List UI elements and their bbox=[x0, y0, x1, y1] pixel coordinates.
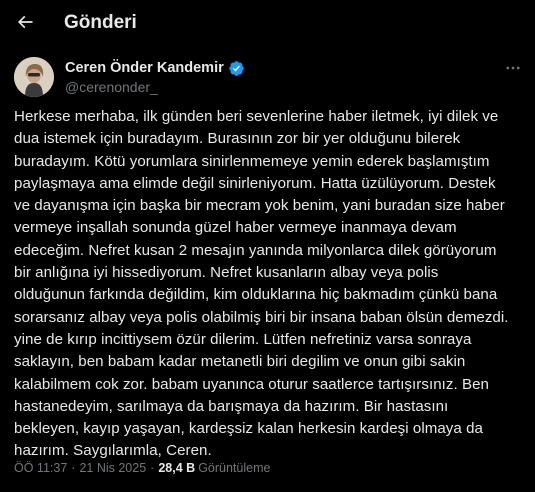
views-label: Görüntüleme bbox=[198, 461, 271, 475]
back-button[interactable] bbox=[8, 5, 42, 39]
tweet-meta: ÖÖ 11:37 · 21 Nis 2025 · 28,4 B Görüntül… bbox=[14, 461, 270, 475]
tweet-time[interactable]: ÖÖ 11:37 bbox=[14, 461, 67, 475]
arrow-left-icon bbox=[17, 15, 33, 29]
meta-separator: · bbox=[150, 461, 155, 475]
meta-separator: · bbox=[71, 461, 76, 475]
author-display-name[interactable]: Ceren Önder Kandemir bbox=[65, 60, 224, 76]
top-bar: Gönderi bbox=[0, 0, 535, 46]
more-options-button[interactable] bbox=[503, 58, 523, 78]
page-title: Gönderi bbox=[64, 12, 137, 33]
author-handle[interactable]: @cerenonder_ bbox=[65, 79, 158, 95]
views-count: 28,4 B bbox=[158, 461, 196, 475]
tweet-body-text: Herkese merhaba, ilk günden beri sevenle… bbox=[14, 108, 509, 460]
profile-photo bbox=[14, 57, 54, 97]
more-horizontal-icon bbox=[506, 66, 520, 70]
verified-badge-icon[interactable] bbox=[228, 60, 245, 77]
tweet-date[interactable]: 21 Nis 2025 bbox=[79, 461, 146, 475]
author-name-row: Ceren Önder Kandemir bbox=[65, 59, 245, 77]
avatar[interactable] bbox=[14, 57, 54, 97]
